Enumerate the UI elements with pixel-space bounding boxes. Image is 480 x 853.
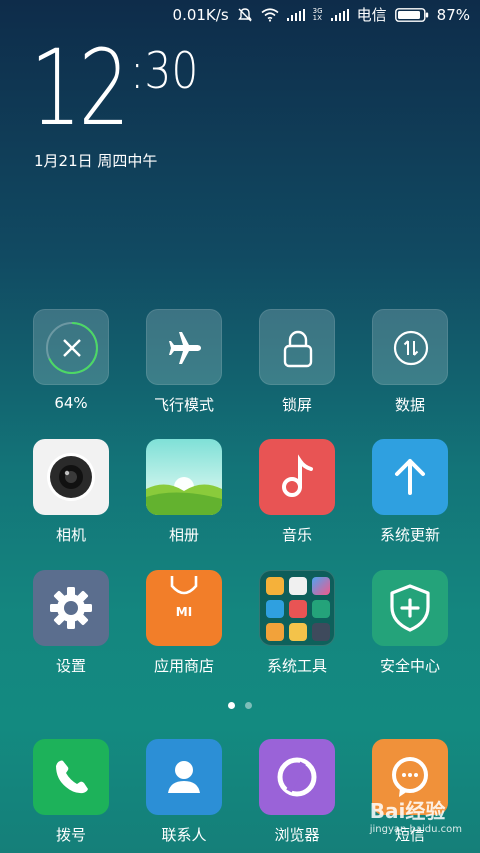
lock-screen-toggle[interactable]: 锁屏: [242, 309, 352, 415]
mini-app-icon: [289, 623, 307, 641]
clock-hours: 12: [30, 27, 130, 149]
app-label: 音乐: [281, 526, 312, 544]
app-store[interactable]: MI 应用商店: [129, 570, 239, 676]
folder-preview-grid: [266, 577, 330, 641]
lock-icon: [283, 330, 313, 368]
gallery-tile: [146, 439, 222, 515]
mini-app-icon: [266, 600, 284, 618]
wifi-icon: [261, 7, 279, 22]
app-camera[interactable]: 相机: [16, 439, 126, 545]
battery-percent: 87%: [436, 5, 470, 24]
carrier-name: 电信: [356, 6, 387, 24]
network-badge: 3G 1X: [312, 6, 323, 22]
mini-app-icon: [312, 600, 330, 618]
music-tile: [259, 439, 335, 515]
app-system-update[interactable]: 系统更新: [355, 439, 465, 545]
status-bar: 0.01K/s 3G 1X 电信 87%: [0, 0, 480, 28]
app-label: 设置: [55, 657, 86, 675]
contacts-tile: [146, 739, 222, 815]
clock-colon: :: [130, 42, 145, 100]
app-label: 拨号: [55, 826, 86, 844]
folder-system-tools[interactable]: 系统工具: [242, 570, 352, 676]
memory-ring-icon: [46, 322, 98, 374]
app-music[interactable]: 音乐: [242, 439, 352, 545]
dock-contacts[interactable]: 联系人: [129, 739, 239, 845]
app-label: 相机: [55, 526, 86, 544]
cleaner-toggle[interactable]: 64%: [16, 309, 126, 412]
app-label: 飞行模式: [153, 396, 214, 414]
mute-bell-icon: [237, 7, 253, 23]
app-label: 浏览器: [274, 826, 320, 844]
store-logo: MI: [175, 605, 193, 619]
mini-app-icon: [266, 577, 284, 595]
app-label: 数据: [394, 396, 425, 414]
app-settings[interactable]: 设置: [16, 570, 126, 676]
airplane-tile: [146, 309, 222, 385]
clock-minutes: :30: [130, 46, 198, 96]
dock-dialer[interactable]: 拨号: [16, 739, 126, 845]
app-label: 系统工具: [266, 657, 327, 675]
airplane-icon: [169, 332, 201, 364]
camera-tile: [33, 439, 109, 515]
gear-icon: [50, 587, 92, 629]
battery-icon: [394, 7, 429, 22]
memory-cleaner-tile: [33, 309, 109, 385]
data-transfer-icon: [393, 330, 429, 366]
browser-tile: [259, 739, 335, 815]
app-label: 系统更新: [379, 526, 440, 544]
landscape-icon: [146, 477, 222, 515]
mini-app-icon: [266, 623, 284, 641]
watermark-text: Bai经验: [369, 799, 446, 823]
app-gallery[interactable]: 相册: [129, 439, 239, 545]
shield-icon: [390, 584, 430, 632]
app-label: 64%: [54, 394, 88, 412]
settings-tile: [33, 570, 109, 646]
signal-icon: [286, 8, 305, 21]
page-dot[interactable]: [245, 702, 252, 709]
update-tile: [372, 439, 448, 515]
lock-tile: [259, 309, 335, 385]
airplane-mode-toggle[interactable]: 飞行模式: [129, 309, 239, 415]
app-security-center[interactable]: 安全中心: [355, 570, 465, 676]
mobile-data-toggle[interactable]: 数据: [355, 309, 465, 415]
music-note-icon: [282, 454, 313, 497]
app-label: 联系人: [161, 826, 207, 844]
store-tile: MI: [146, 570, 222, 646]
dialer-tile: [33, 739, 109, 815]
dock-browser[interactable]: 浏览器: [242, 739, 352, 845]
mini-app-icon: [289, 600, 307, 618]
mini-app-icon: [289, 577, 307, 595]
page-dot-active[interactable]: [228, 702, 235, 709]
watermark-url: jingyan.baidu.com: [369, 824, 462, 835]
baidu-watermark: Bai经验 jingyan.baidu.com: [370, 795, 462, 835]
security-tile: [372, 570, 448, 646]
phone-icon: [56, 760, 88, 794]
signal-icon-2: [330, 8, 349, 21]
app-label: 锁屏: [281, 396, 312, 414]
folder-tile: [259, 570, 335, 646]
mini-app-icon: [312, 623, 330, 641]
arrow-up-icon: [395, 459, 425, 495]
clock-date: 1月21日 周四中午: [34, 152, 158, 170]
data-tile: [372, 309, 448, 385]
app-label: 相册: [168, 526, 199, 544]
person-icon: [168, 761, 200, 793]
app-label: 安全中心: [379, 657, 440, 675]
camera-icon: [47, 453, 95, 501]
clock-minutes-value: 30: [144, 42, 199, 100]
page-indicator[interactable]: [0, 702, 480, 709]
browser-icon: [277, 757, 317, 797]
app-label: 应用商店: [153, 657, 214, 675]
network-speed: 0.01K/s: [172, 5, 229, 24]
mini-app-icon: [312, 577, 330, 595]
